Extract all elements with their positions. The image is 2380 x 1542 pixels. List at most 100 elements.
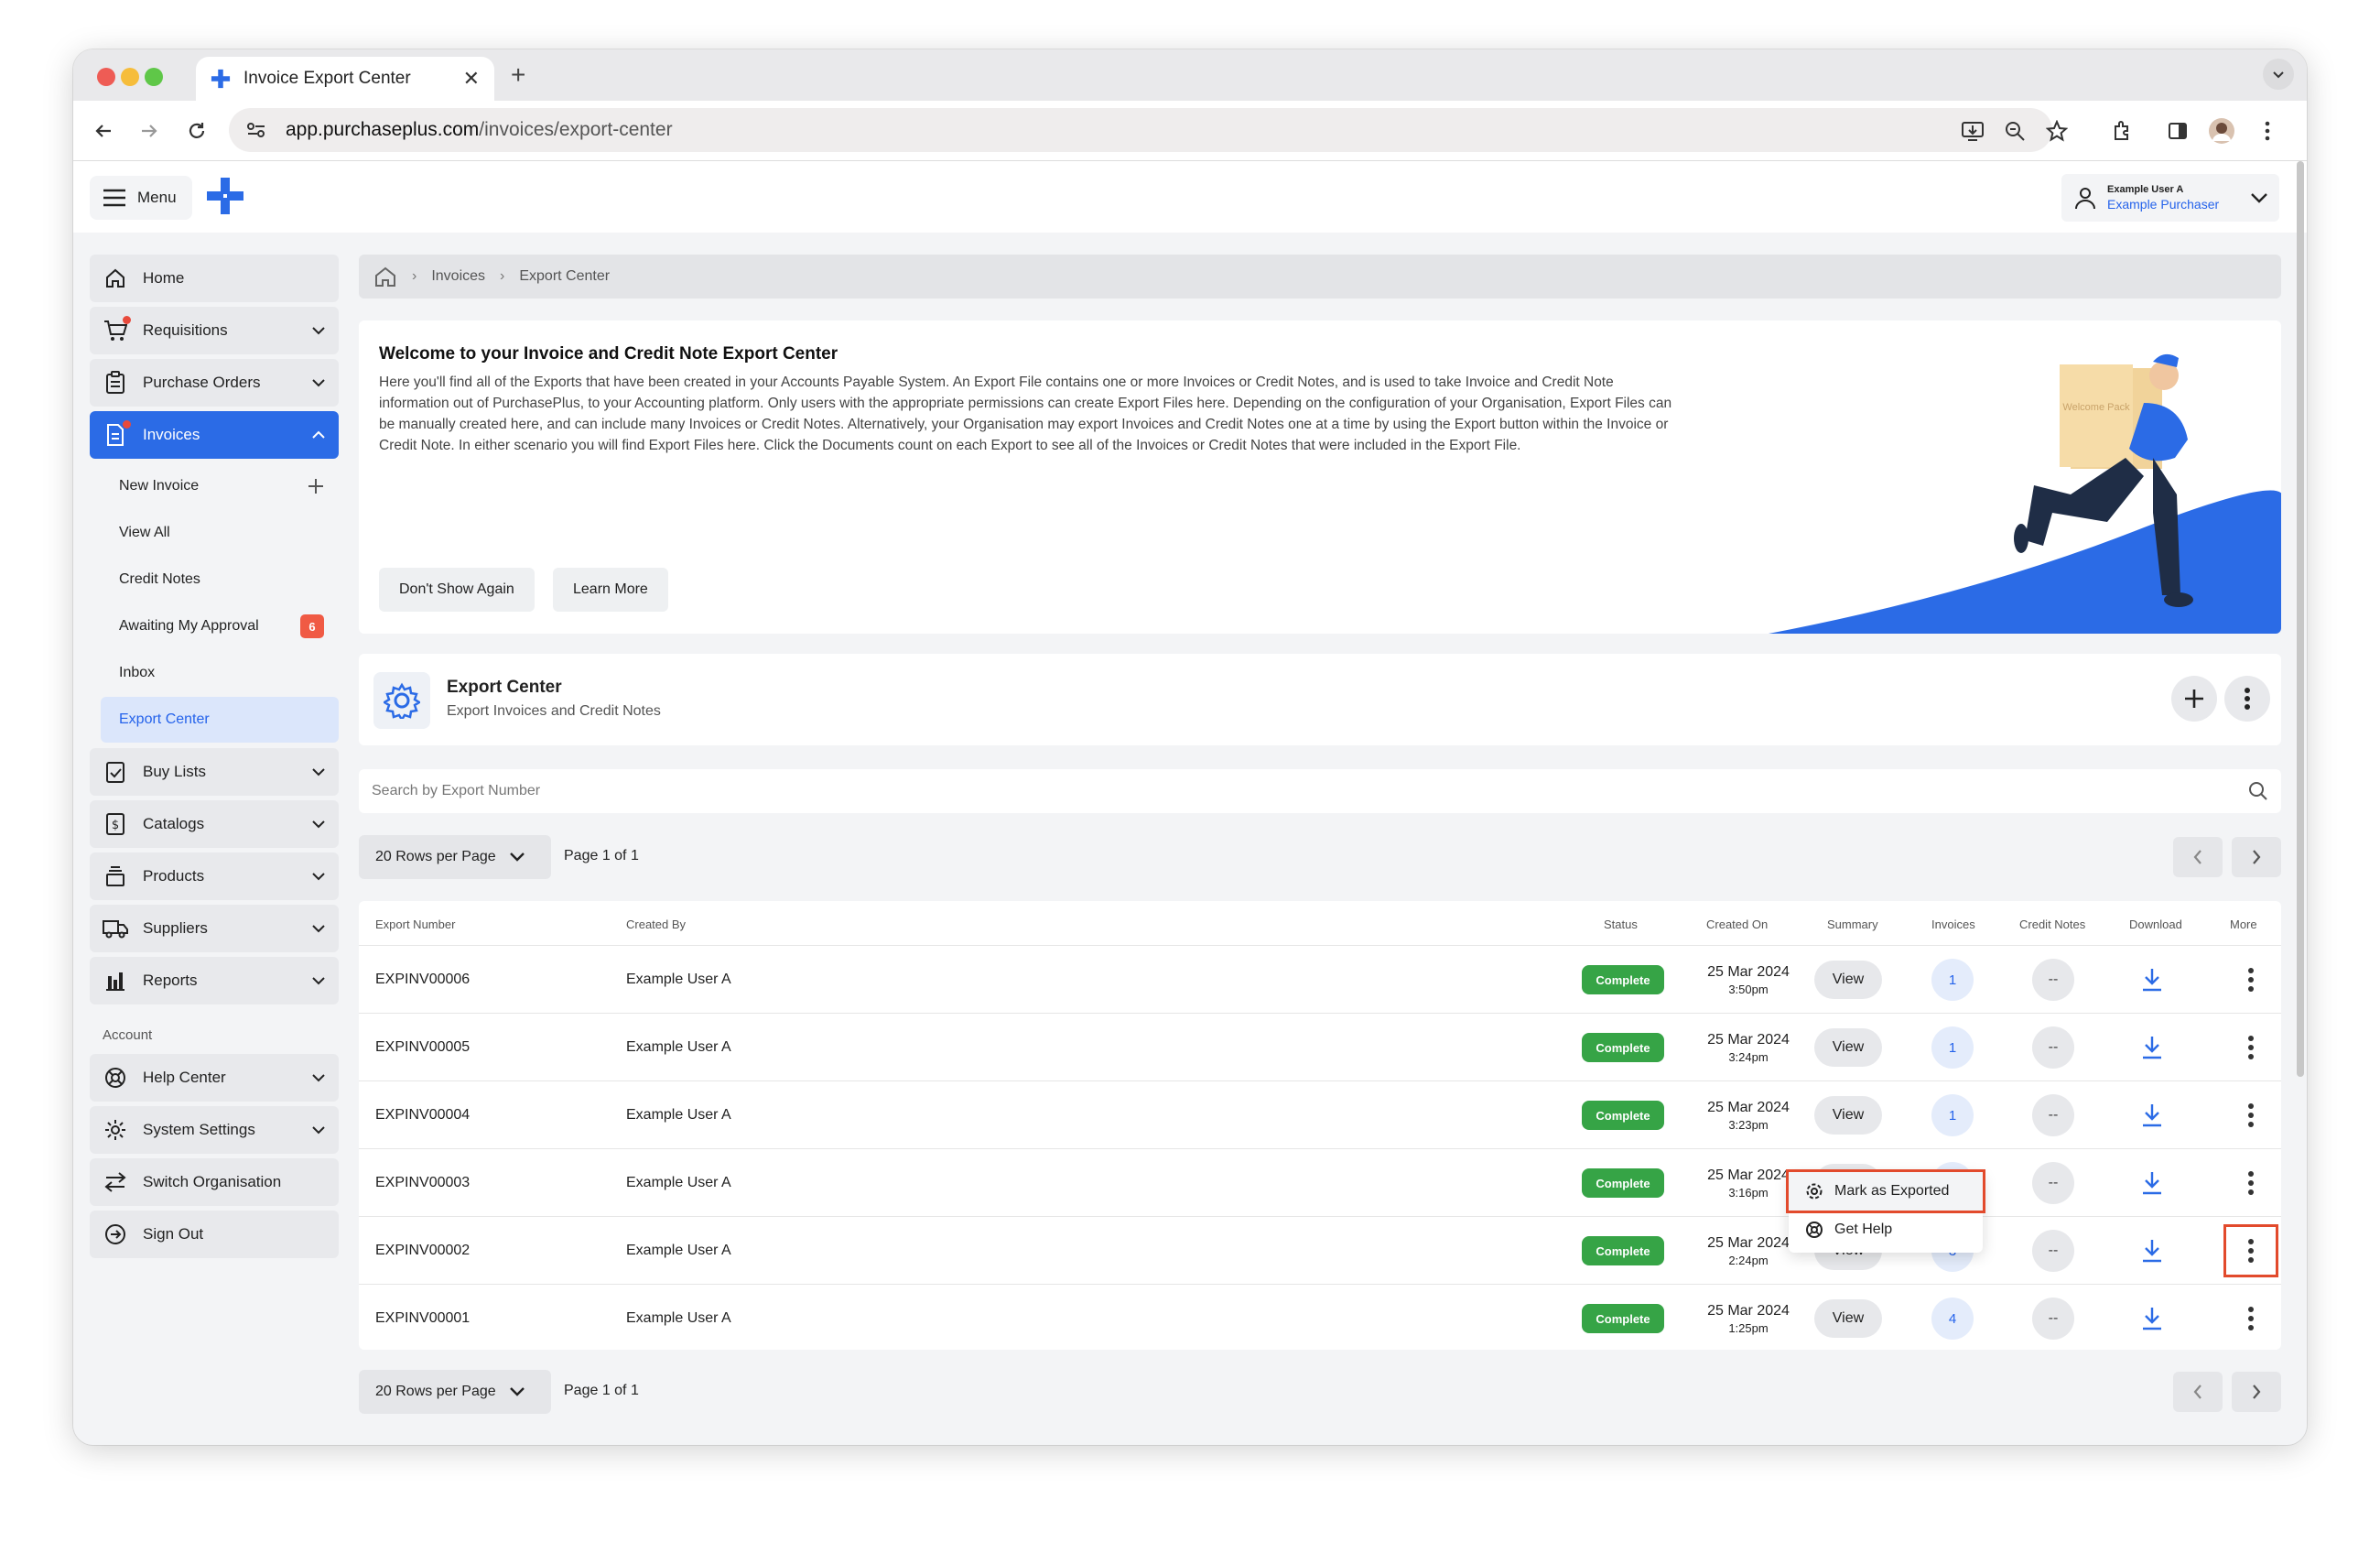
column-header-status[interactable]: Status xyxy=(1604,918,1638,931)
invoices-count-button[interactable]: 1 xyxy=(1931,959,1974,1001)
purchaseplus-logo[interactable] xyxy=(205,176,245,216)
export-number[interactable]: EXPINV00006 xyxy=(375,946,470,1014)
created-date: 25 Mar 2024 xyxy=(1707,1099,1790,1115)
next-page-button[interactable] xyxy=(2232,837,2281,877)
sidebar-subitem-awaiting-approval[interactable]: Awaiting My Approval 6 xyxy=(90,603,339,649)
search-icon[interactable] xyxy=(2248,781,2268,801)
search-input[interactable]: Search by Export Number xyxy=(359,769,2281,813)
close-window-button[interactable] xyxy=(97,68,115,86)
sidebar-item-purchase-orders[interactable]: Purchase Orders xyxy=(90,359,339,407)
view-summary-button[interactable]: View xyxy=(1814,1299,1882,1338)
view-summary-button[interactable]: View xyxy=(1814,1028,1882,1067)
status-badge: Complete xyxy=(1582,1033,1664,1062)
site-settings-icon[interactable] xyxy=(243,121,269,139)
back-button[interactable] xyxy=(90,117,117,145)
sidebar-item-system-settings[interactable]: System Settings xyxy=(90,1106,339,1154)
mark-as-exported-menu-item[interactable]: Mark as Exported xyxy=(1786,1169,1985,1213)
invoices-count-button[interactable]: 4 xyxy=(1931,1298,1974,1340)
maximize-window-button[interactable] xyxy=(145,68,163,86)
sidebar-item-products[interactable]: Products xyxy=(90,852,339,900)
column-header-created-on[interactable]: Created On xyxy=(1706,918,1768,931)
sidebar-item-buy-lists[interactable]: Buy Lists xyxy=(90,748,339,796)
page-scrollbar[interactable] xyxy=(2294,161,2307,1445)
learn-more-button[interactable]: Learn More xyxy=(553,568,668,612)
sidebar-item-sign-out[interactable]: Sign Out xyxy=(90,1211,339,1258)
breadcrumb-export-center[interactable]: Export Center xyxy=(519,268,610,285)
rows-per-page-select[interactable]: 20 Rows per Page xyxy=(359,835,551,879)
tab-search-button[interactable] xyxy=(2263,59,2294,90)
browser-tab[interactable]: Invoice Export Center ✕ xyxy=(196,57,494,101)
sidebar-item-reports[interactable]: Reports xyxy=(90,957,339,1004)
sidebar-subitem-export-center[interactable]: Export Center xyxy=(101,697,339,743)
export-number[interactable]: EXPINV00004 xyxy=(375,1081,470,1149)
user-icon xyxy=(2075,188,2095,210)
row-more-button[interactable] xyxy=(2233,1160,2269,1206)
sidebar-subitem-inbox[interactable]: Inbox xyxy=(90,650,339,696)
menu-button[interactable]: Menu xyxy=(90,176,192,220)
forward-button[interactable] xyxy=(135,117,163,145)
row-more-button[interactable] xyxy=(2233,1025,2269,1070)
scrollbar-thumb[interactable] xyxy=(2297,161,2304,1077)
export-number[interactable]: EXPINV00003 xyxy=(375,1149,470,1217)
browser-menu-button[interactable] xyxy=(2252,115,2283,147)
row-more-button[interactable] xyxy=(2233,957,2269,1003)
plus-icon[interactable] xyxy=(308,478,324,494)
view-summary-button[interactable]: View xyxy=(1814,961,1882,999)
row-more-button[interactable] xyxy=(2233,1092,2269,1138)
close-tab-icon[interactable]: ✕ xyxy=(463,67,480,91)
side-panel-button[interactable] xyxy=(2162,115,2193,147)
add-export-button[interactable] xyxy=(2171,676,2217,722)
home-icon[interactable] xyxy=(373,266,397,288)
profile-button[interactable] xyxy=(2206,115,2237,147)
export-number[interactable]: EXPINV00001 xyxy=(375,1285,470,1352)
bookmark-button[interactable] xyxy=(2041,115,2072,147)
view-summary-button[interactable]: View xyxy=(1814,1096,1882,1135)
invoices-count-button[interactable]: 1 xyxy=(1931,1094,1974,1136)
sidebar-item-home[interactable]: Home xyxy=(90,255,339,302)
sidebar-item-invoices[interactable]: Invoices xyxy=(90,411,339,459)
sidebar-subitem-new-invoice[interactable]: New Invoice xyxy=(90,463,339,509)
sidebar-item-help-center[interactable]: Help Center xyxy=(90,1054,339,1102)
sidebar-item-catalogs[interactable]: $ Catalogs xyxy=(90,800,339,848)
row-more-button[interactable] xyxy=(2223,1224,2278,1277)
row-more-button[interactable] xyxy=(2233,1296,2269,1341)
reload-button[interactable] xyxy=(183,117,211,145)
column-header-export-number[interactable]: Export Number xyxy=(375,918,455,931)
created-date: 25 Mar 2024 xyxy=(1707,1167,1790,1183)
export-center-more-button[interactable] xyxy=(2224,676,2270,722)
sidebar-item-label: Purchase Orders xyxy=(143,374,261,391)
extensions-button[interactable] xyxy=(2107,115,2138,147)
download-icon[interactable] xyxy=(2127,1228,2177,1274)
export-number[interactable]: EXPINV00002 xyxy=(375,1217,470,1285)
breadcrumb: › Invoices › Export Center xyxy=(359,255,2281,299)
download-icon[interactable] xyxy=(2127,1025,2177,1070)
download-icon[interactable] xyxy=(2127,1296,2177,1341)
prev-page-button[interactable] xyxy=(2173,1372,2223,1412)
sidebar-subitem-credit-notes[interactable]: Credit Notes xyxy=(90,557,339,603)
install-app-button[interactable] xyxy=(1957,115,1988,147)
sidebar-subitem-view-all[interactable]: View All xyxy=(90,510,339,556)
next-page-button[interactable] xyxy=(2232,1372,2281,1412)
sidebar-item-requisitions[interactable]: Requisitions xyxy=(90,307,339,354)
address-bar[interactable]: app.purchaseplus.com/invoices/export-cen… xyxy=(229,108,2052,152)
browser-toolbar: app.purchaseplus.com/invoices/export-cen… xyxy=(73,101,2307,161)
prev-page-button[interactable] xyxy=(2173,837,2223,877)
zoom-button[interactable] xyxy=(1999,115,2030,147)
sidebar-item-switch-organisation[interactable]: Switch Organisation xyxy=(90,1158,339,1206)
download-icon[interactable] xyxy=(2127,1092,2177,1138)
breadcrumb-invoices[interactable]: Invoices xyxy=(431,268,485,285)
status-badge: Complete xyxy=(1582,1168,1664,1198)
invoices-count-button[interactable]: 1 xyxy=(1931,1026,1974,1069)
rows-per-page-select[interactable]: 20 Rows per Page xyxy=(359,1370,551,1414)
minimize-window-button[interactable] xyxy=(121,68,139,86)
dont-show-again-button[interactable]: Don't Show Again xyxy=(379,568,535,612)
get-help-menu-item[interactable]: Get Help xyxy=(1789,1211,1983,1249)
download-icon[interactable] xyxy=(2127,1160,2177,1206)
sidebar-item-suppliers[interactable]: Suppliers xyxy=(90,905,339,952)
new-tab-button[interactable]: + xyxy=(511,60,525,90)
user-menu[interactable]: Example User A Example Purchaser xyxy=(2061,174,2279,222)
download-icon[interactable] xyxy=(2127,957,2177,1003)
box-stack-icon xyxy=(103,863,128,889)
column-header-created-by[interactable]: Created By xyxy=(626,918,686,931)
export-number[interactable]: EXPINV00005 xyxy=(375,1014,470,1081)
